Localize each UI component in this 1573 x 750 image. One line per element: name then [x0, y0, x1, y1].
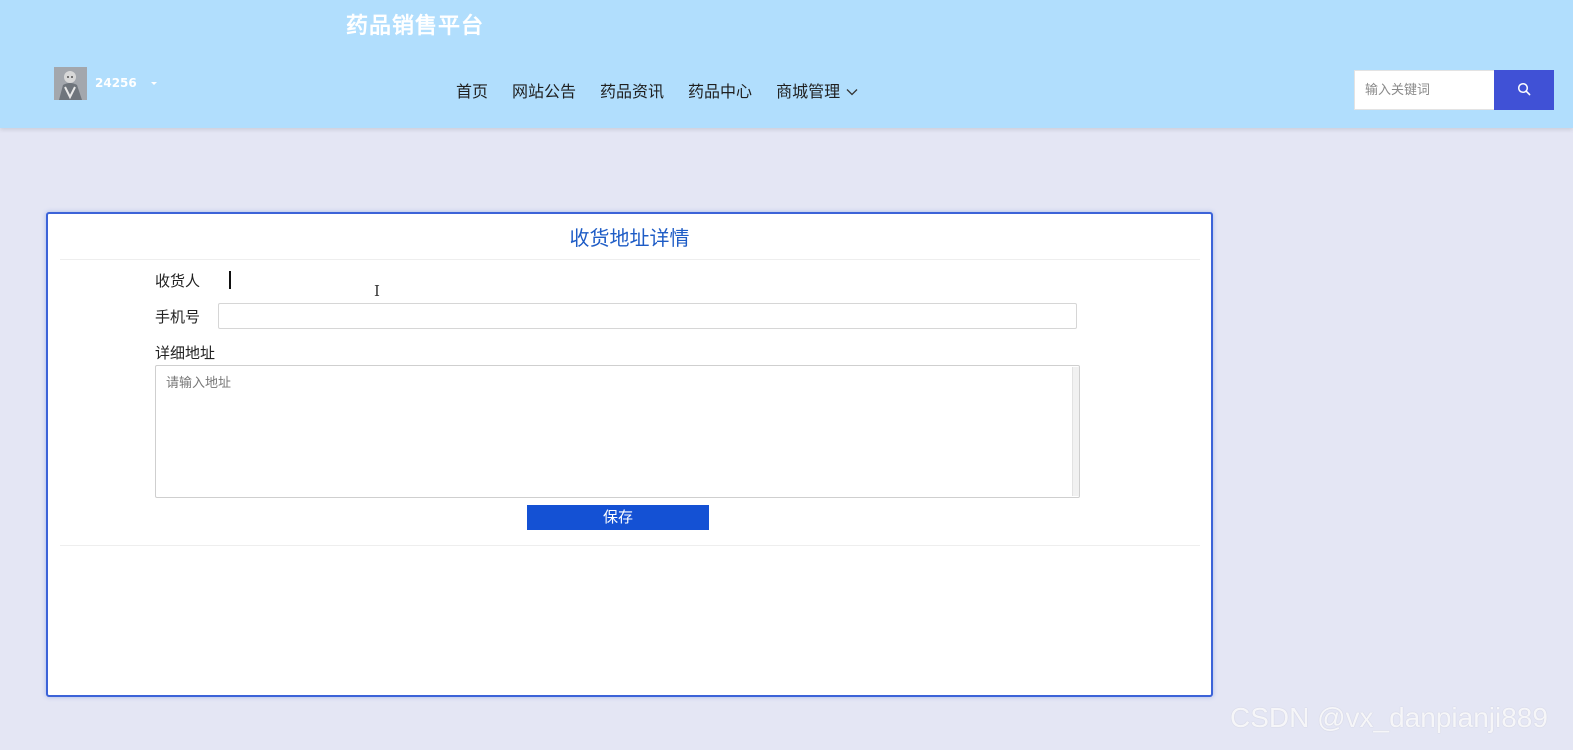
- nav-item-label: 商城管理: [776, 82, 841, 101]
- nav-item-mall-management[interactable]: 商城管理: [776, 78, 858, 102]
- search-icon: [1517, 82, 1531, 99]
- nav-item-drug-center[interactable]: 药品中心: [688, 78, 752, 102]
- nav-item-label: 网站公告: [512, 82, 577, 101]
- ibeam-cursor-icon: I: [374, 282, 380, 300]
- nav-item-label: 药品中心: [688, 82, 753, 101]
- phone-label: 手机号: [155, 308, 201, 326]
- text-cursor: [229, 271, 231, 289]
- receiver-input[interactable]: [218, 269, 1098, 295]
- nav-item-label: 药品资讯: [600, 82, 665, 101]
- receiver-label: 收货人: [155, 272, 201, 290]
- caret-down-icon[interactable]: [150, 81, 157, 85]
- divider: [60, 545, 1200, 546]
- nav-item-announcements[interactable]: 网站公告: [512, 78, 576, 102]
- user-menu[interactable]: 24256: [54, 66, 157, 100]
- top-header: 药品销售平台 24256 首页 网站公告 药品资讯 药品中心 商城管理 输入关键…: [0, 0, 1573, 128]
- textarea-scrollbar[interactable]: [1072, 367, 1079, 496]
- nav-item-home[interactable]: 首页: [456, 78, 488, 102]
- chevron-down-icon[interactable]: [846, 81, 858, 100]
- site-title: 药品销售平台: [346, 14, 485, 39]
- address-label: 详细地址: [155, 344, 216, 362]
- search-input[interactable]: [1354, 70, 1494, 110]
- main-nav: 首页 网站公告 药品资讯 药品中心 商城管理: [456, 78, 882, 102]
- nav-item-drug-news[interactable]: 药品资讯: [600, 78, 664, 102]
- address-textarea[interactable]: [155, 365, 1080, 498]
- search-button[interactable]: [1494, 70, 1554, 110]
- nav-item-label: 首页: [456, 82, 489, 101]
- page-title: 收货地址详情: [569, 226, 690, 250]
- save-button[interactable]: 保存: [527, 505, 709, 530]
- username: 24256: [95, 76, 137, 90]
- divider: [60, 259, 1200, 260]
- watermark: CSDN @vx_danpianji889: [1230, 702, 1548, 733]
- address-detail-card: 收货地址详情 收货人 I 手机号 详细地址 保存: [46, 212, 1213, 697]
- phone-input[interactable]: [218, 303, 1077, 329]
- avatar: [54, 66, 87, 100]
